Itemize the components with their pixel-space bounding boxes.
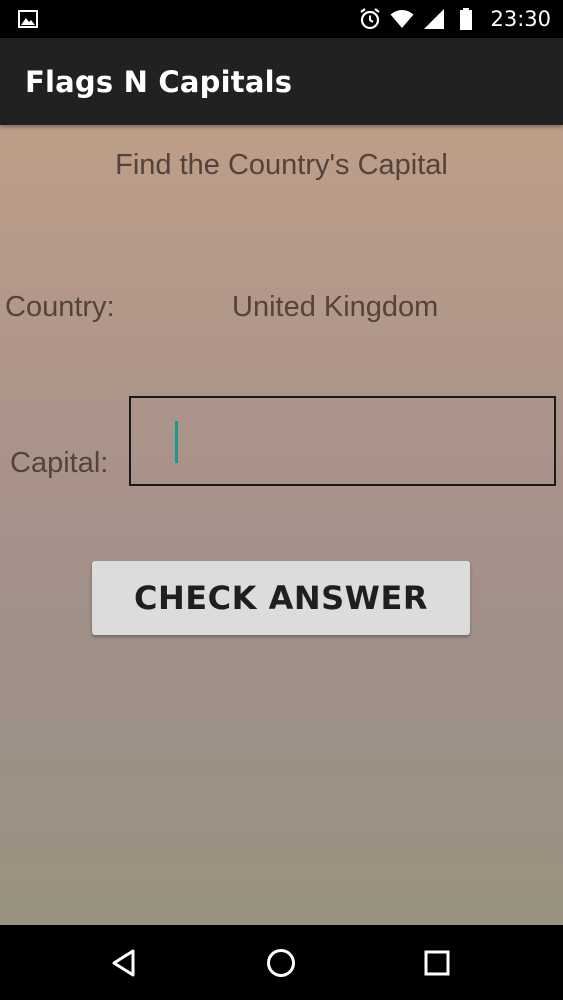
battery-icon	[460, 8, 473, 30]
app-title: Flags N Capitals	[25, 65, 293, 99]
capital-input[interactable]	[129, 396, 556, 486]
image-notification-icon	[18, 10, 38, 28]
text-cursor	[175, 421, 178, 463]
status-time: 23:30	[490, 7, 551, 31]
navigation-bar	[0, 925, 563, 1000]
home-icon[interactable]	[261, 943, 301, 983]
recents-icon[interactable]	[417, 943, 457, 983]
back-icon[interactable]	[104, 943, 144, 983]
status-icons: 23:30	[358, 0, 551, 38]
action-bar: Flags N Capitals	[0, 38, 563, 125]
check-answer-button[interactable]: CHECK ANSWER	[92, 561, 470, 635]
screen: 23:30 Flags N Capitals Find the Country'…	[0, 0, 563, 1000]
quiz-content: Find the Country's Capital Country: Unit…	[0, 125, 563, 925]
country-value: United Kingdom	[232, 291, 439, 323]
quiz-prompt: Find the Country's Capital	[115, 149, 448, 181]
wifi-icon	[390, 10, 414, 28]
signal-icon	[424, 9, 445, 29]
alarm-icon	[360, 8, 381, 30]
capital-label: Capital:	[10, 447, 109, 479]
country-label: Country:	[5, 291, 115, 323]
status-bar: 23:30	[0, 0, 563, 38]
